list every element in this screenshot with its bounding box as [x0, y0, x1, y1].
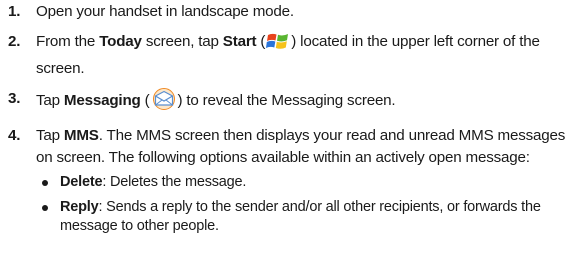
step-text-post: . The MMS screen then displays your read… — [36, 127, 566, 166]
start-label: Start — [222, 33, 257, 50]
option-description: : Sends a reply to the sender and/or all… — [60, 199, 541, 234]
message-options-list: Delete: Deletes the message. Reply: Send… — [36, 173, 582, 236]
messaging-envelope-icon — [151, 88, 177, 117]
step-number: 3. — [8, 90, 21, 107]
step-text-pre: Tap — [36, 127, 64, 144]
option-delete: Delete: Deletes the message. — [36, 173, 582, 192]
manual-page: 1. Open your handset in landscape mode. … — [0, 0, 587, 267]
instruction-steps: 1. Open your handset in landscape mode. … — [4, 1, 582, 244]
bullet-icon — [42, 180, 48, 186]
bullet-icon — [42, 205, 48, 211]
step-text-pre: Tap — [36, 92, 64, 109]
messaging-label: Messaging — [63, 92, 141, 109]
step-text-mid: screen, tap — [141, 33, 223, 50]
step-3: 3. Tap Messaging ( ) to reveal the Messa… — [4, 88, 582, 117]
paren-open: ( — [140, 92, 150, 109]
option-label: Delete — [60, 174, 103, 190]
option-reply: Reply: Sends a reply to the sender and/o… — [36, 198, 582, 236]
option-description: : Deletes the message. — [102, 174, 247, 190]
step-number: 4. — [8, 127, 21, 144]
mms-label: MMS — [63, 127, 99, 144]
step-number: 2. — [8, 33, 21, 50]
option-label: Reply — [60, 199, 99, 215]
step-4: 4. Tap MMS. The MMS screen then displays… — [4, 125, 582, 236]
paren-open: ( — [256, 33, 266, 50]
step-number: 1. — [8, 3, 21, 20]
windows-flag-icon — [266, 31, 290, 58]
today-label: Today — [99, 33, 142, 50]
step-2: 2. From the Today screen, tap Start ( ) … — [4, 31, 582, 80]
step-text-pre: From the — [36, 33, 100, 50]
step-text-post: to reveal the Messaging screen. — [182, 92, 396, 109]
step-text: Open your handset in landscape mode. — [36, 3, 294, 20]
step-1: 1. Open your handset in landscape mode. — [4, 1, 582, 23]
